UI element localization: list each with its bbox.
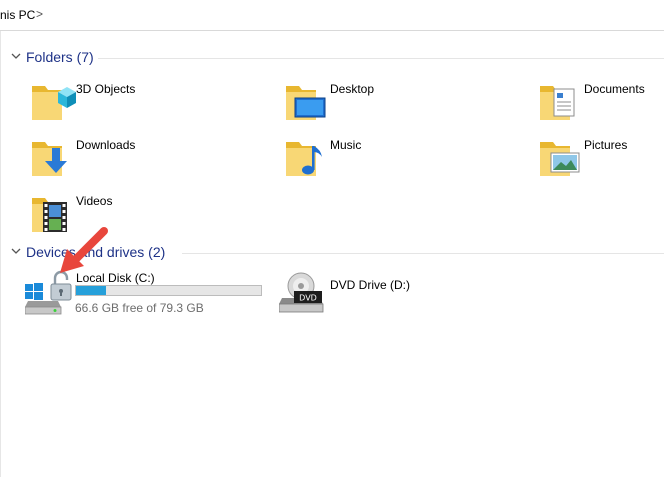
drive-local-disk-c[interactable]: Local Disk (C:) 66.6 GB free of 79.3 GB: [25, 268, 270, 320]
drive-dvd-d[interactable]: DVD DVD Drive (D:): [279, 272, 429, 316]
downloads-folder-icon: [32, 142, 67, 176]
folder-label: 3D Objects: [76, 82, 136, 96]
documents-folder-icon: [540, 86, 575, 120]
folder-label: Documents: [584, 82, 645, 96]
disk-usage-bar: [75, 285, 262, 296]
pictures-folder-icon: [540, 142, 580, 176]
disk-free-space: 66.6 GB free of 79.3 GB: [75, 301, 204, 315]
dvd-drive-icon: DVD: [279, 272, 324, 313]
pane-divider: [0, 31, 1, 477]
music-folder-icon: [286, 142, 322, 176]
folders-group-title: Folders (7): [26, 49, 94, 65]
group-divider: [182, 253, 664, 254]
address-bar[interactable]: nis PC >: [0, 0, 664, 31]
folder-label: Desktop: [330, 82, 375, 96]
folder-label: Downloads: [76, 138, 136, 152]
group-divider: [98, 58, 664, 59]
drive-label: DVD Drive (D:): [330, 278, 410, 292]
breadcrumb-this-pc[interactable]: nis PC: [0, 8, 35, 22]
dvd-badge: DVD: [299, 294, 317, 303]
folder-label: Pictures: [584, 138, 628, 152]
chevron-down-icon[interactable]: [10, 50, 22, 62]
3d-objects-icon: [32, 86, 76, 120]
chevron-down-icon[interactable]: [10, 245, 22, 257]
breadcrumb-chevron-icon[interactable]: >: [36, 7, 43, 21]
annotation-arrow-icon: [60, 227, 108, 273]
disk-usage-fill: [76, 286, 106, 295]
folder-label: Videos: [76, 194, 113, 208]
local-disk-locked-icon: [25, 270, 72, 315]
folders-group-header[interactable]: Folders (7): [10, 48, 664, 68]
desktop-folder-icon: [286, 86, 326, 120]
folder-label: Music: [330, 138, 362, 152]
